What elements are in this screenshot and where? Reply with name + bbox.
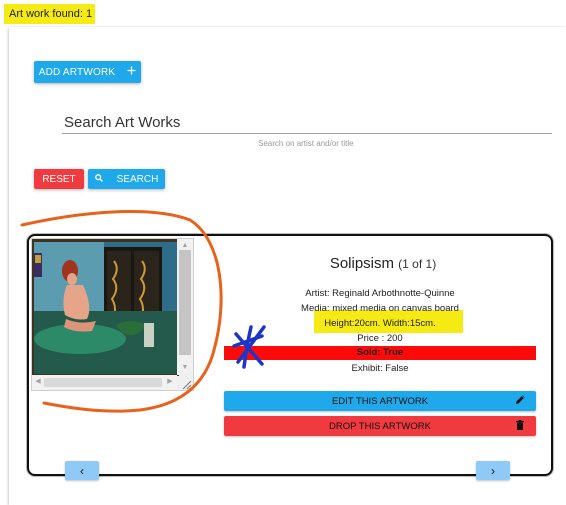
search-helper-text: Search on artist and/or title (258, 139, 354, 148)
reset-label: RESET (42, 173, 76, 185)
reset-button[interactable]: RESET (34, 169, 84, 189)
scroll-right-icon[interactable]: ▶ (165, 377, 175, 387)
artist-text: Artist: Reginald Arbothnotte-Quinne (305, 288, 455, 299)
add-artwork-button[interactable]: ADD ARTWORK (34, 61, 141, 83)
scroll-down-icon[interactable]: ▼ (180, 363, 190, 373)
prev-artwork-button[interactable]: ‹ (65, 461, 99, 480)
search-label: SEARCH (116, 173, 159, 185)
add-artwork-label: ADD ARTWORK (38, 66, 116, 78)
chevron-left-icon: ‹ (80, 463, 84, 478)
artwork-image (31, 238, 194, 391)
media-text: Media: mixed media on canvas board (301, 303, 459, 314)
vertical-scroll-thumb[interactable] (179, 250, 191, 355)
next-artwork-button[interactable]: › (476, 461, 510, 480)
sold-text: Sold: True (356, 347, 404, 358)
artwork-title: Solipsism (1 of 1) (230, 255, 536, 272)
artwork-counter: (1 of 1) (398, 257, 437, 271)
horizontal-scroll-thumb[interactable] (44, 378, 162, 387)
artwork-title-text: Solipsism (329, 255, 394, 272)
plus-icon (127, 66, 136, 78)
resize-handle-icon[interactable] (178, 376, 192, 390)
trash-icon (514, 419, 526, 434)
exhibit-text: Exhibit: False (351, 363, 409, 374)
artwork-count-badge: Art work found: 1 (4, 4, 95, 24)
drop-artwork-button[interactable]: DROP THIS ARTWORK (224, 416, 536, 436)
search-icon (94, 173, 103, 185)
edit-artwork-label: EDIT THIS ARTWORK (331, 395, 429, 407)
search-button[interactable]: SEARCH (88, 169, 165, 189)
search-input[interactable] (62, 111, 552, 134)
drop-artwork-label: DROP THIS ARTWORK (329, 420, 431, 432)
price-text: Price : 200 (357, 333, 403, 344)
pencil-icon (514, 394, 526, 409)
edit-artwork-button[interactable]: EDIT THIS ARTWORK (224, 391, 536, 411)
chevron-right-icon: › (491, 463, 495, 478)
scroll-left-icon[interactable]: ◀ (33, 377, 43, 387)
dimensions-text: Height:20cm. Width:15cm. (324, 318, 436, 329)
